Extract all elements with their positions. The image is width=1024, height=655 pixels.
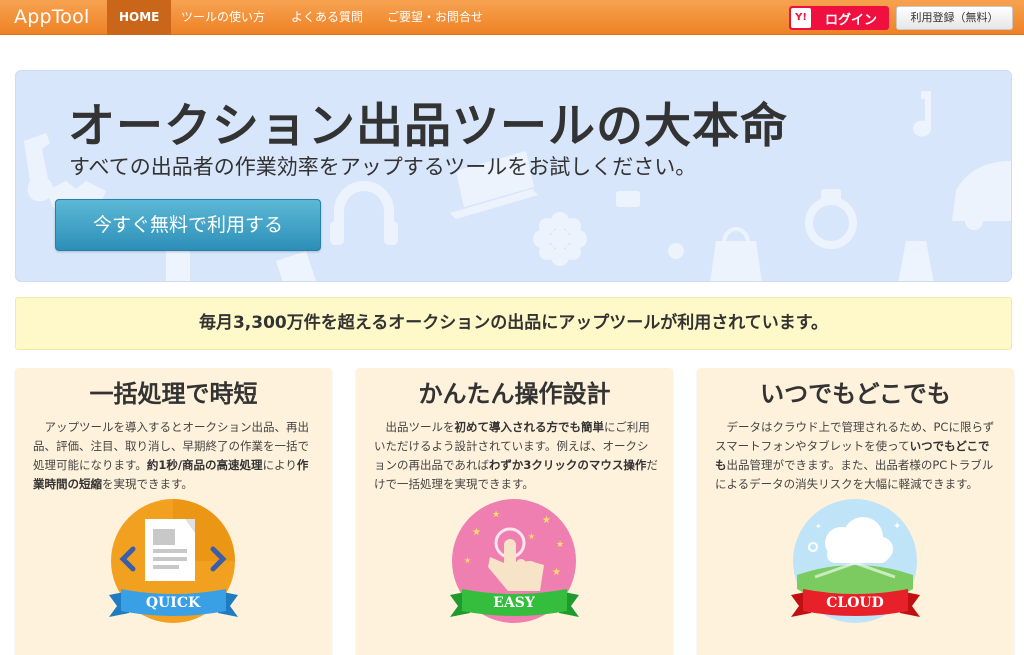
badge-label: QUICK [146,595,201,611]
svg-text:★: ★ [552,567,561,578]
nav-how-to-use[interactable]: ツールの使い方 [169,0,277,35]
feature-card-cloud: いつでもどこでも データはクラウド上で管理されるため、PCに限らずスマートフォン… [697,368,1014,655]
feature-title: かんたん操作設計 [418,380,611,408]
top-navbar: AppTool HOME ツールの使い方 よくある質問 ご要望・お問合せ Y! … [0,0,1024,35]
brand-logo[interactable]: AppTool [14,6,89,28]
usage-banner: 毎月3,300万件を超えるオークションの出品にアップツールが利用されています。 [15,297,1012,350]
login-label: ログイン [825,13,878,28]
try-free-button[interactable]: 今すぐ無料で利用する [55,199,321,251]
feature-card-quick: 一括処理で時短 アップツールを導入するとオークション出品、再出品、評価、注目、取… [15,368,332,655]
hero-jumbotron: オークション出品ツールの大本命 すべての出品者の作業効率をアップするツールをお試… [15,70,1012,282]
svg-text:★: ★ [556,540,564,550]
svg-text:★: ★ [528,532,535,541]
nav-home[interactable]: HOME [107,0,172,35]
yahoo-login-button[interactable]: Y! ログイン [789,6,889,30]
nav-contact[interactable]: ご要望・お問合せ [375,0,495,35]
feature-description: データはクラウド上で管理されるため、PCに限らずスマートフォンやタブレットを使っ… [715,420,995,491]
quick-badge: QUICK [109,499,238,623]
hero-subtitle: すべての出品者の作業効率をアップするツールをお試しください。 [69,155,697,179]
feature-title: いつでもどこでも [760,380,951,408]
svg-text:★: ★ [464,556,471,565]
badge-label: EASY [493,595,536,611]
register-button[interactable]: 利用登録（無料） [896,6,1013,30]
svg-text:★: ★ [472,527,481,538]
svg-text:★: ★ [542,515,551,526]
svg-text:✦: ✦ [815,522,822,531]
easy-badge: ★ ★ ★ ★ ★ ★ ★ EASY [450,499,579,623]
badge-label: CLOUD [826,595,884,611]
svg-text:✦: ✦ [893,521,901,532]
cloud-badge: ✦ ✦ CLOUD [791,499,920,623]
feature-title: 一括処理で時短 [89,380,258,408]
nav-faq[interactable]: よくある質問 [279,0,375,35]
hero-title: オークション出品ツールの大本命 [68,99,788,154]
feature-description: アップツールを導入するとオークション出品、再出品、評価、注目、取り消し、早期終了… [33,420,309,491]
feature-card-easy: かんたん操作設計 出品ツールを初めて導入される方でも簡単にご利用いただけるよう設… [356,368,673,655]
yahoo-icon: Y! [791,8,811,28]
svg-text:★: ★ [492,510,500,520]
feature-description: 出品ツールを初めて導入される方でも簡単にご利用いただけるよう設計されています。例… [374,420,658,491]
